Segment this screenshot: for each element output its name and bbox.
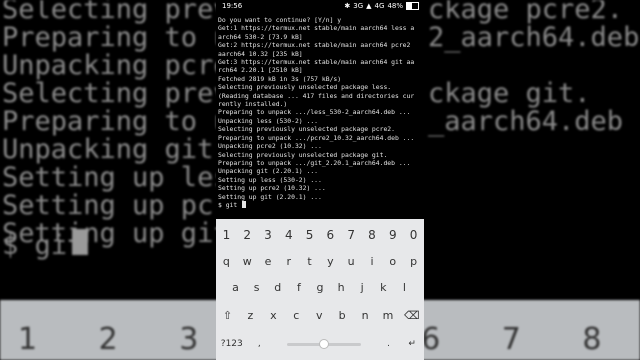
terminal-line: Selecting previously unselected package … [218,150,388,159]
phone-screen: 19:56 ✱ 3G ▲ 4G 48% Do you want to conti… [216,0,424,360]
terminal-line: Fetched 2819 kB in 3s (757 kB/s) [218,74,342,83]
key-e[interactable]: e [261,250,275,272]
key-f[interactable]: f [292,276,306,298]
keyboard-row-3: ⇧ z x c v b n m ⌫ [216,303,424,327]
key-t[interactable]: t [303,250,317,272]
key-l[interactable]: l [397,276,411,298]
terminal-line: Get:1 https://termux.net stable/main aar… [218,24,415,33]
terminal-output[interactable]: Do you want to continue? [Y/n] y Get:1 ht… [218,16,422,209]
prompt-text: $ git [218,200,242,209]
terminal-line: Preparing to unpack .../pcre2_10.32_aarc… [218,133,415,142]
key-c[interactable]: c [289,304,303,326]
key-h[interactable]: h [334,276,348,298]
key-3[interactable]: 3 [261,224,275,246]
key-j[interactable]: j [355,276,369,298]
period-key[interactable]: . [382,333,396,355]
keyboard-row-1: qwertyuiop [216,249,424,273]
terminal-line: Preparing to unpack .../git_2.20.1_aarch… [218,158,411,167]
bg-line-right: 2_aarch64.deb . [428,22,640,53]
key-m[interactable]: m [381,304,395,326]
keyboard-row-2: asdfghjkl [216,275,424,299]
key-7[interactable]: 7 [344,224,358,246]
key-0[interactable]: 0 [407,224,421,246]
bg-line-right: _aarch64.deb ... [428,106,640,137]
key-z[interactable]: z [243,304,257,326]
terminal-line: Setting up pcre2 (10.32) ... [218,184,326,193]
key-n[interactable]: n [358,304,372,326]
key-v[interactable]: v [312,304,326,326]
terminal-line: rch64 2.20.1 [2510 kB] [218,66,303,75]
terminal-line: Get:2 https://termux.net stable/main aar… [218,41,411,50]
terminal-line: Setting up git (2.20.1) ... [218,192,322,201]
battery-level [407,3,413,9]
key-i[interactable]: i [365,250,379,272]
shift-key-icon[interactable]: ⇧ [220,304,234,326]
key-y[interactable]: y [323,250,337,272]
key-4[interactable]: 4 [282,224,296,246]
terminal-line: arch64 530-2 [73.9 kB] [218,32,303,41]
key-6[interactable]: 6 [323,224,337,246]
status-bar: 19:56 ✱ 3G ▲ 4G 48% [216,0,424,13]
terminal-line: Unpacking git (2.20.1) ... [218,167,319,176]
key-g[interactable]: g [313,276,327,298]
cursor-slider-knob [318,338,329,349]
key-d[interactable]: d [271,276,285,298]
key-a[interactable]: a [229,276,243,298]
key-o[interactable]: o [386,250,400,272]
key-5[interactable]: 5 [303,224,317,246]
text-cursor [242,200,247,208]
key-w[interactable]: w [240,250,254,272]
signal-icon: ▲ [366,2,372,10]
keyboard-number-row: 1234567890 [216,223,424,247]
key-8[interactable]: 8 [365,224,379,246]
key-p[interactable]: p [407,250,421,272]
bg-cursor [72,229,88,255]
key-k[interactable]: k [376,276,390,298]
bluetooth-icon: ✱ [344,2,351,10]
battery-icon [406,2,419,10]
network2-label: 4G [374,2,385,10]
network-label: 3G [353,2,364,10]
status-icons: ✱ 3G ▲ 4G 48% [344,2,419,10]
terminal-line: (Reading database ... 417 files and dire… [218,91,415,100]
key-b[interactable]: b [335,304,349,326]
terminal-line: Setting up less (530-2) ... [218,175,322,184]
terminal-line: Unpacking pcre2 (10.32) ... [218,142,322,151]
status-time: 19:56 [222,2,243,10]
keyboard-bottom-row: ?123 , . ↵ [216,332,424,356]
terminal-line: Get:3 https://termux.net stable/main aar… [218,58,415,67]
key-r[interactable]: r [282,250,296,272]
key-s[interactable]: s [250,276,264,298]
terminal-line: aarch64 10.32 [235 kB] [218,49,303,58]
key-1[interactable]: 1 [219,224,233,246]
terminal-line: Preparing to unpack .../less_530-2_aarch… [218,108,411,117]
terminal-line: rently installed.) [218,100,288,109]
key-q[interactable]: q [219,250,233,272]
key-x[interactable]: x [266,304,280,326]
key-u[interactable]: u [344,250,358,272]
terminal-line: Selecting previously unselected package … [218,83,392,92]
space-key[interactable] [276,335,372,353]
comma-key[interactable]: , [252,333,266,355]
key-9[interactable]: 9 [386,224,400,246]
soft-keyboard: 1234567890 qwertyuiop asdfghjkl ⇧ zxcvbn… [216,219,424,360]
terminal-line: Unpacking less (530-2) ... [218,116,319,125]
terminal-line: Selecting previously unselected package … [218,125,395,134]
backspace-key-icon[interactable]: ⌫ [404,304,420,326]
key-2[interactable]: 2 [240,224,254,246]
symbols-key[interactable]: ?123 [221,333,243,355]
terminal-prompt[interactable]: $ git [218,200,422,209]
battery-percent: 48% [387,2,403,10]
terminal-line: Do you want to continue? [Y/n] y [218,16,342,24]
enter-key-icon[interactable]: ↵ [405,333,419,355]
